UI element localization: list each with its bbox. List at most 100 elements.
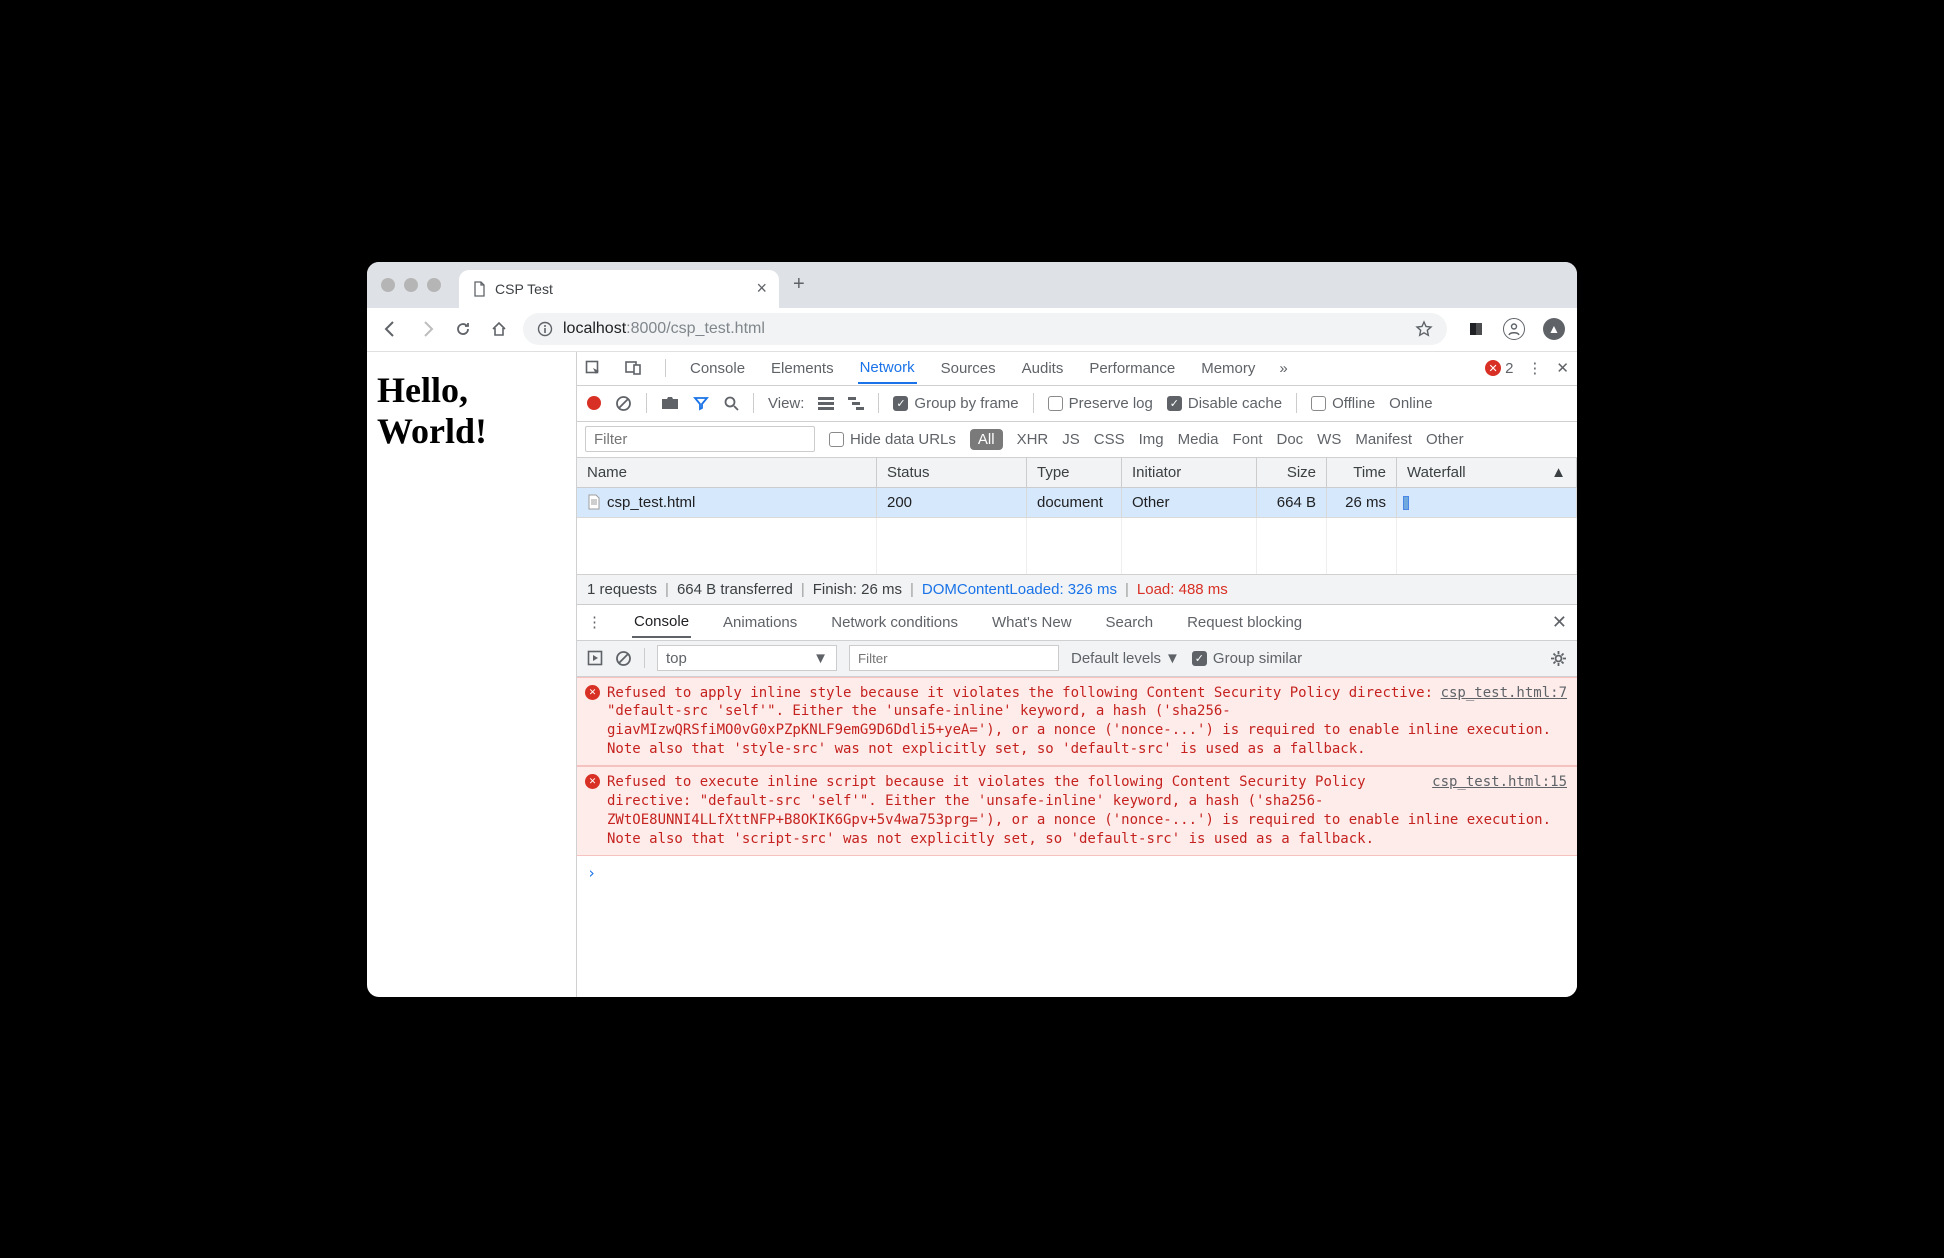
col-initiator[interactable]: Initiator <box>1122 458 1257 487</box>
waterfall-icon[interactable] <box>848 396 864 410</box>
filter-type-ws[interactable]: WS <box>1317 431 1341 448</box>
filter-type-js[interactable]: JS <box>1062 431 1080 448</box>
capture-screenshots-icon[interactable] <box>661 396 679 410</box>
group-similar-checkbox[interactable]: Group similar <box>1192 650 1302 667</box>
console-settings-icon[interactable] <box>1550 650 1567 667</box>
update-icon[interactable]: ▲ <box>1543 318 1565 340</box>
close-window-button[interactable] <box>381 278 395 292</box>
bookmark-icon[interactable] <box>1415 320 1433 338</box>
log-levels-selector[interactable]: Default levels ▼ <box>1071 650 1180 667</box>
col-time[interactable]: Time <box>1327 458 1397 487</box>
tab-performance[interactable]: Performance <box>1087 354 1177 383</box>
context-selector[interactable]: top▼ <box>657 645 837 671</box>
disable-cache-checkbox[interactable]: Disable cache <box>1167 395 1282 412</box>
filter-type-xhr[interactable]: XHR <box>1017 431 1049 448</box>
message-source-link[interactable]: csp_test.html:7 <box>1441 684 1567 703</box>
inspect-icon[interactable] <box>585 360 603 376</box>
filter-type-font[interactable]: Font <box>1232 431 1262 448</box>
url-port: :8000 <box>626 320 666 337</box>
tab-console[interactable]: Console <box>688 354 747 383</box>
col-waterfall[interactable]: Waterfall▲ <box>1397 458 1577 487</box>
drawer-tab-console[interactable]: Console <box>632 607 691 638</box>
offline-checkbox[interactable]: Offline <box>1311 395 1375 412</box>
console-filter-input[interactable] <box>849 645 1059 671</box>
tab-network[interactable]: Network <box>858 353 917 384</box>
large-rows-icon[interactable] <box>818 396 834 410</box>
toolbar: localhost:8000/csp_test.html ▲ <box>367 308 1577 352</box>
drawer-tab-search[interactable]: Search <box>1104 608 1156 637</box>
clear-console-icon[interactable] <box>615 650 632 667</box>
message-source-link[interactable]: csp_test.html:15 <box>1432 773 1567 792</box>
preserve-log-checkbox[interactable]: Preserve log <box>1048 395 1153 412</box>
console-error-message[interactable]: ✕ csp_test.html:7 Refused to apply inlin… <box>577 677 1577 767</box>
error-icon: ✕ <box>1485 360 1501 376</box>
error-count: 2 <box>1505 360 1513 377</box>
summary-load: Load: 488 ms <box>1137 581 1228 598</box>
clear-button[interactable] <box>615 395 632 412</box>
extension-icon[interactable] <box>1467 320 1485 338</box>
devtools-menu-icon[interactable]: ⋮ <box>1527 359 1542 377</box>
network-table: Name Status Type Initiator Size Time Wat… <box>577 458 1577 575</box>
filter-type-doc[interactable]: Doc <box>1276 431 1303 448</box>
drawer-tab-whats-new[interactable]: What's New <box>990 608 1074 637</box>
page-heading: Hello, World! <box>377 370 566 453</box>
tab-audits[interactable]: Audits <box>1020 354 1066 383</box>
network-filter-input[interactable] <box>585 426 815 452</box>
filter-icon[interactable] <box>693 395 709 411</box>
execute-icon[interactable] <box>587 650 603 666</box>
reload-button[interactable] <box>451 317 475 341</box>
col-name[interactable]: Name <box>577 458 877 487</box>
network-filter-bar: Hide data URLs All XHR JS CSS Img Media … <box>577 422 1577 458</box>
console-toolbar: top▼ Default levels ▼ Group similar <box>577 641 1577 677</box>
hide-data-urls-checkbox[interactable]: Hide data URLs <box>829 431 956 448</box>
console-error-message[interactable]: ✕ csp_test.html:15 Refused to execute in… <box>577 766 1577 856</box>
record-button[interactable] <box>587 396 601 410</box>
col-size[interactable]: Size <box>1257 458 1327 487</box>
drawer-menu-icon[interactable]: ⋮ <box>587 613 602 631</box>
address-bar[interactable]: localhost:8000/csp_test.html <box>523 313 1447 345</box>
tab-sources[interactable]: Sources <box>939 354 998 383</box>
summary-transferred: 664 B transferred <box>677 581 793 598</box>
group-by-frame-checkbox[interactable]: Group by frame <box>893 395 1018 412</box>
page-viewport: Hello, World! <box>367 352 577 997</box>
device-toggle-icon[interactable] <box>625 360 643 376</box>
filter-type-manifest[interactable]: Manifest <box>1355 431 1412 448</box>
filter-type-media[interactable]: Media <box>1178 431 1219 448</box>
drawer-tab-animations[interactable]: Animations <box>721 608 799 637</box>
tab-memory[interactable]: Memory <box>1199 354 1257 383</box>
filter-type-img[interactable]: Img <box>1139 431 1164 448</box>
message-text: Refused to apply inline style because it… <box>607 685 1551 758</box>
drawer-close-icon[interactable]: ✕ <box>1552 612 1567 633</box>
window-controls <box>381 278 441 292</box>
filter-type-css[interactable]: CSS <box>1094 431 1125 448</box>
col-type[interactable]: Type <box>1027 458 1122 487</box>
error-count-badge[interactable]: ✕ 2 <box>1485 360 1513 377</box>
filter-type-other[interactable]: Other <box>1426 431 1464 448</box>
maximize-window-button[interactable] <box>427 278 441 292</box>
devtools-close-icon[interactable]: ✕ <box>1556 359 1569 377</box>
back-button[interactable] <box>379 317 403 341</box>
browser-tab[interactable]: CSP Test × <box>459 270 779 308</box>
col-status[interactable]: Status <box>877 458 1027 487</box>
row-name: csp_test.html <box>607 494 695 511</box>
minimize-window-button[interactable] <box>404 278 418 292</box>
home-button[interactable] <box>487 317 511 341</box>
site-info-icon[interactable] <box>537 321 553 337</box>
file-icon <box>587 494 601 510</box>
table-header: Name Status Type Initiator Size Time Wat… <box>577 458 1577 488</box>
drawer-tab-network-conditions[interactable]: Network conditions <box>829 608 960 637</box>
profile-icon[interactable] <box>1503 318 1525 340</box>
search-icon[interactable] <box>723 395 739 411</box>
error-icon: ✕ <box>585 774 600 789</box>
error-icon: ✕ <box>585 685 600 700</box>
console-prompt[interactable]: › <box>577 856 1577 890</box>
online-label[interactable]: Online <box>1389 395 1432 412</box>
filter-type-all[interactable]: All <box>970 429 1003 450</box>
new-tab-button[interactable]: + <box>793 273 805 296</box>
tab-elements[interactable]: Elements <box>769 354 836 383</box>
drawer-tab-request-blocking[interactable]: Request blocking <box>1185 608 1304 637</box>
table-row[interactable]: csp_test.html 200 document Other 664 B 2… <box>577 488 1577 518</box>
forward-button[interactable] <box>415 317 439 341</box>
more-tabs-icon[interactable]: » <box>1279 360 1287 377</box>
close-tab-icon[interactable]: × <box>756 278 767 299</box>
